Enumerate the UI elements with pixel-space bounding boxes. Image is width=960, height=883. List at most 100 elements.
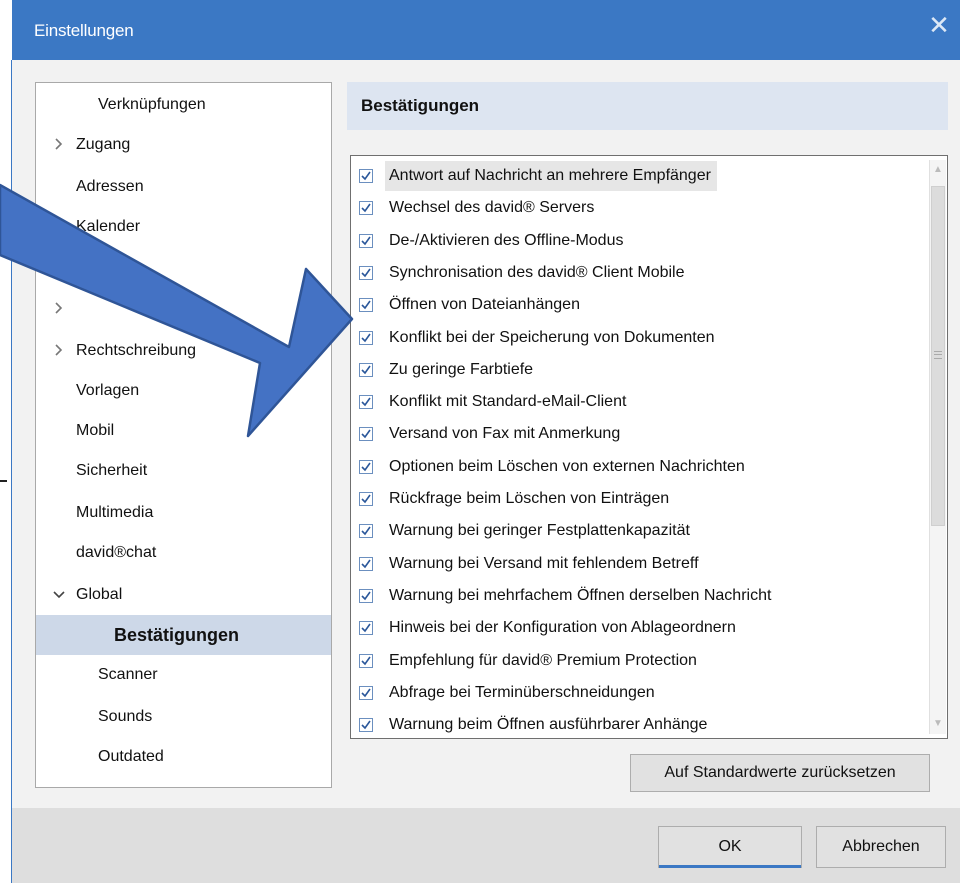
confirmation-label: Konflikt mit Standard-eMail-Client — [389, 393, 627, 411]
checkmark-icon — [361, 236, 371, 245]
checkmark-icon — [361, 462, 371, 471]
tree-item[interactable]: Outdated — [36, 737, 331, 777]
settings-window: Einstellungen ✕ Verknüpfungen Zugang Adres… — [0, 0, 960, 883]
checkmark-icon — [361, 494, 371, 504]
section-title: Bestätigungen — [361, 96, 480, 115]
checkmark-icon — [361, 397, 371, 407]
scroll-thumb[interactable] — [931, 186, 945, 526]
checkbox[interactable] — [359, 265, 373, 280]
tree-item-label: Sounds — [98, 708, 153, 725]
settings-tree[interactable]: Verknüpfungen Zugang Adressen Kalender Aufga… — [35, 82, 332, 788]
checkmark-icon — [361, 591, 371, 601]
ok-button[interactable]: OK — [658, 826, 802, 868]
checkbox[interactable] — [359, 524, 373, 539]
tree-item[interactable] — [36, 289, 331, 329]
window-title: Einstellungen — [34, 21, 134, 40]
checkmark-icon — [361, 300, 371, 310]
checkbox[interactable] — [359, 330, 373, 345]
checkbox[interactable] — [359, 395, 373, 410]
checkmark-icon — [361, 365, 371, 375]
confirmation-label: Öffnen von Dateianhängen — [389, 296, 580, 314]
checkbox[interactable] — [359, 621, 373, 636]
scroll-down-icon[interactable]: ▼ — [930, 714, 946, 734]
checkmark-icon — [361, 559, 371, 568]
tree-item-label: Bestätigungen — [114, 625, 240, 645]
close-icon[interactable]: ✕ — [924, 10, 954, 40]
confirmation-label: De-/Aktivieren des Offline-Modus — [389, 231, 624, 249]
confirmation-label: Synchronisation des david® Client Mobile — [389, 263, 685, 281]
checkmark-icon — [361, 333, 371, 342]
checkmark-icon — [361, 203, 371, 213]
tree-item-label: Sicherheit — [76, 462, 148, 479]
tree-item[interactable]: Rechtschreibung — [36, 331, 331, 371]
checkmark-icon — [361, 656, 371, 665]
confirmation-label: Optionen beim Löschen von externen Nachr… — [389, 457, 745, 475]
checkmark-icon — [361, 623, 371, 633]
tree-item-label: david®chat — [76, 544, 157, 561]
grip-icon — [934, 351, 942, 359]
confirmation-label: Wechsel des david® Servers — [389, 199, 595, 217]
tree-item[interactable]: Adressen — [36, 167, 331, 207]
checkbox[interactable] — [359, 233, 373, 248]
checkmark-icon — [361, 429, 371, 439]
checkbox[interactable] — [359, 556, 373, 571]
tree-item[interactable]: Vorlagen — [36, 371, 331, 411]
confirmation-label: Warnung bei geringer Festplattenkapazitä… — [389, 522, 690, 540]
tree-item-label: Rechtschreibung — [76, 342, 197, 359]
scroll-up-icon[interactable]: ▲ — [930, 160, 946, 180]
checkbox[interactable] — [359, 459, 373, 474]
tree-item-label: Zugang — [76, 136, 131, 153]
checkmark-icon — [361, 526, 371, 536]
tree-item[interactable]: Sounds — [36, 697, 331, 737]
section-header: Bestätigungen — [347, 82, 948, 130]
tree-item[interactable]: david®chat — [36, 533, 331, 573]
tree-item[interactable]: Verknüpfungen — [36, 85, 331, 125]
confirmation-label: Warnung bei Versand mit fehlendem Betref… — [389, 554, 699, 572]
confirmation-label: Empfehlung für david® Premium Protection — [389, 651, 697, 669]
tree-item-label: Outdated — [98, 748, 164, 765]
tree-item[interactable]: Multimedia — [36, 493, 331, 533]
tree-item-label: Multimedia — [76, 504, 154, 521]
checkbox[interactable] — [359, 588, 373, 603]
checkbox[interactable] — [359, 427, 373, 442]
tree-item-label: Mobil — [76, 422, 115, 439]
tree-item-label: Global — [76, 586, 123, 603]
confirmation-label: Antwort auf Nachricht an mehrere Empfäng… — [385, 161, 717, 191]
tree-item[interactable]: Global — [36, 575, 331, 615]
checkmark-icon — [361, 720, 371, 730]
tree-item[interactable]: Zugang — [36, 125, 331, 165]
checkbox[interactable] — [359, 492, 373, 506]
checkbox[interactable] — [359, 653, 373, 668]
tree-item-label: Aufgaben — [76, 260, 145, 277]
tree-item-label: Scanner — [98, 666, 158, 683]
tree-item[interactable]: Sicherheit — [36, 451, 331, 491]
checkbox[interactable] — [359, 362, 373, 377]
tree-item[interactable]: Mobil — [36, 411, 331, 451]
vertical-scrollbar[interactable]: ▲ ▼ — [929, 160, 946, 734]
tree-item[interactable]: Kalender — [36, 207, 331, 247]
confirmation-label: Zu geringe Farbtiefe — [389, 360, 534, 378]
checkbox[interactable] — [359, 201, 373, 216]
tree-item-label: Adressen — [76, 178, 144, 195]
checkbox[interactable] — [359, 298, 373, 313]
confirmation-label: Warnung beim Öffnen ausführbarer Anhänge — [389, 716, 708, 734]
checkmark-icon — [361, 688, 371, 698]
tree-item-label: Vorlagen — [76, 382, 140, 399]
confirmations-list[interactable]: ▲ ▼ Antwort auf Nachricht an mehrere Emp… — [350, 155, 948, 739]
tree-item[interactable]: Bestätigungen — [36, 615, 331, 655]
tree-item-label: Kalender — [76, 218, 141, 235]
tree-item[interactable]: Scanner — [36, 655, 331, 695]
confirmation-label: Abfrage bei Terminüberschneidungen — [389, 683, 655, 701]
cancel-button[interactable]: Abbrechen — [816, 826, 946, 868]
reset-defaults-button[interactable]: Auf Standardwerte zurücksetzen — [630, 754, 930, 792]
tree-item[interactable]: Aufgaben — [36, 249, 331, 289]
confirmation-label: Versand von Fax mit Anmerkung — [389, 425, 621, 443]
checkmark-icon — [361, 268, 371, 278]
checkbox[interactable] — [359, 169, 373, 183]
checkmark-icon — [361, 171, 371, 181]
confirmation-label: Warnung bei mehrfachem Öffnen derselben … — [389, 586, 772, 604]
checkbox[interactable] — [359, 685, 373, 700]
checkbox[interactable] — [359, 718, 373, 733]
confirmation-label: Konflikt bei der Speicherung von Dokumen… — [389, 328, 715, 346]
confirmation-label: Hinweis bei der Konfiguration von Ablage… — [389, 619, 736, 637]
